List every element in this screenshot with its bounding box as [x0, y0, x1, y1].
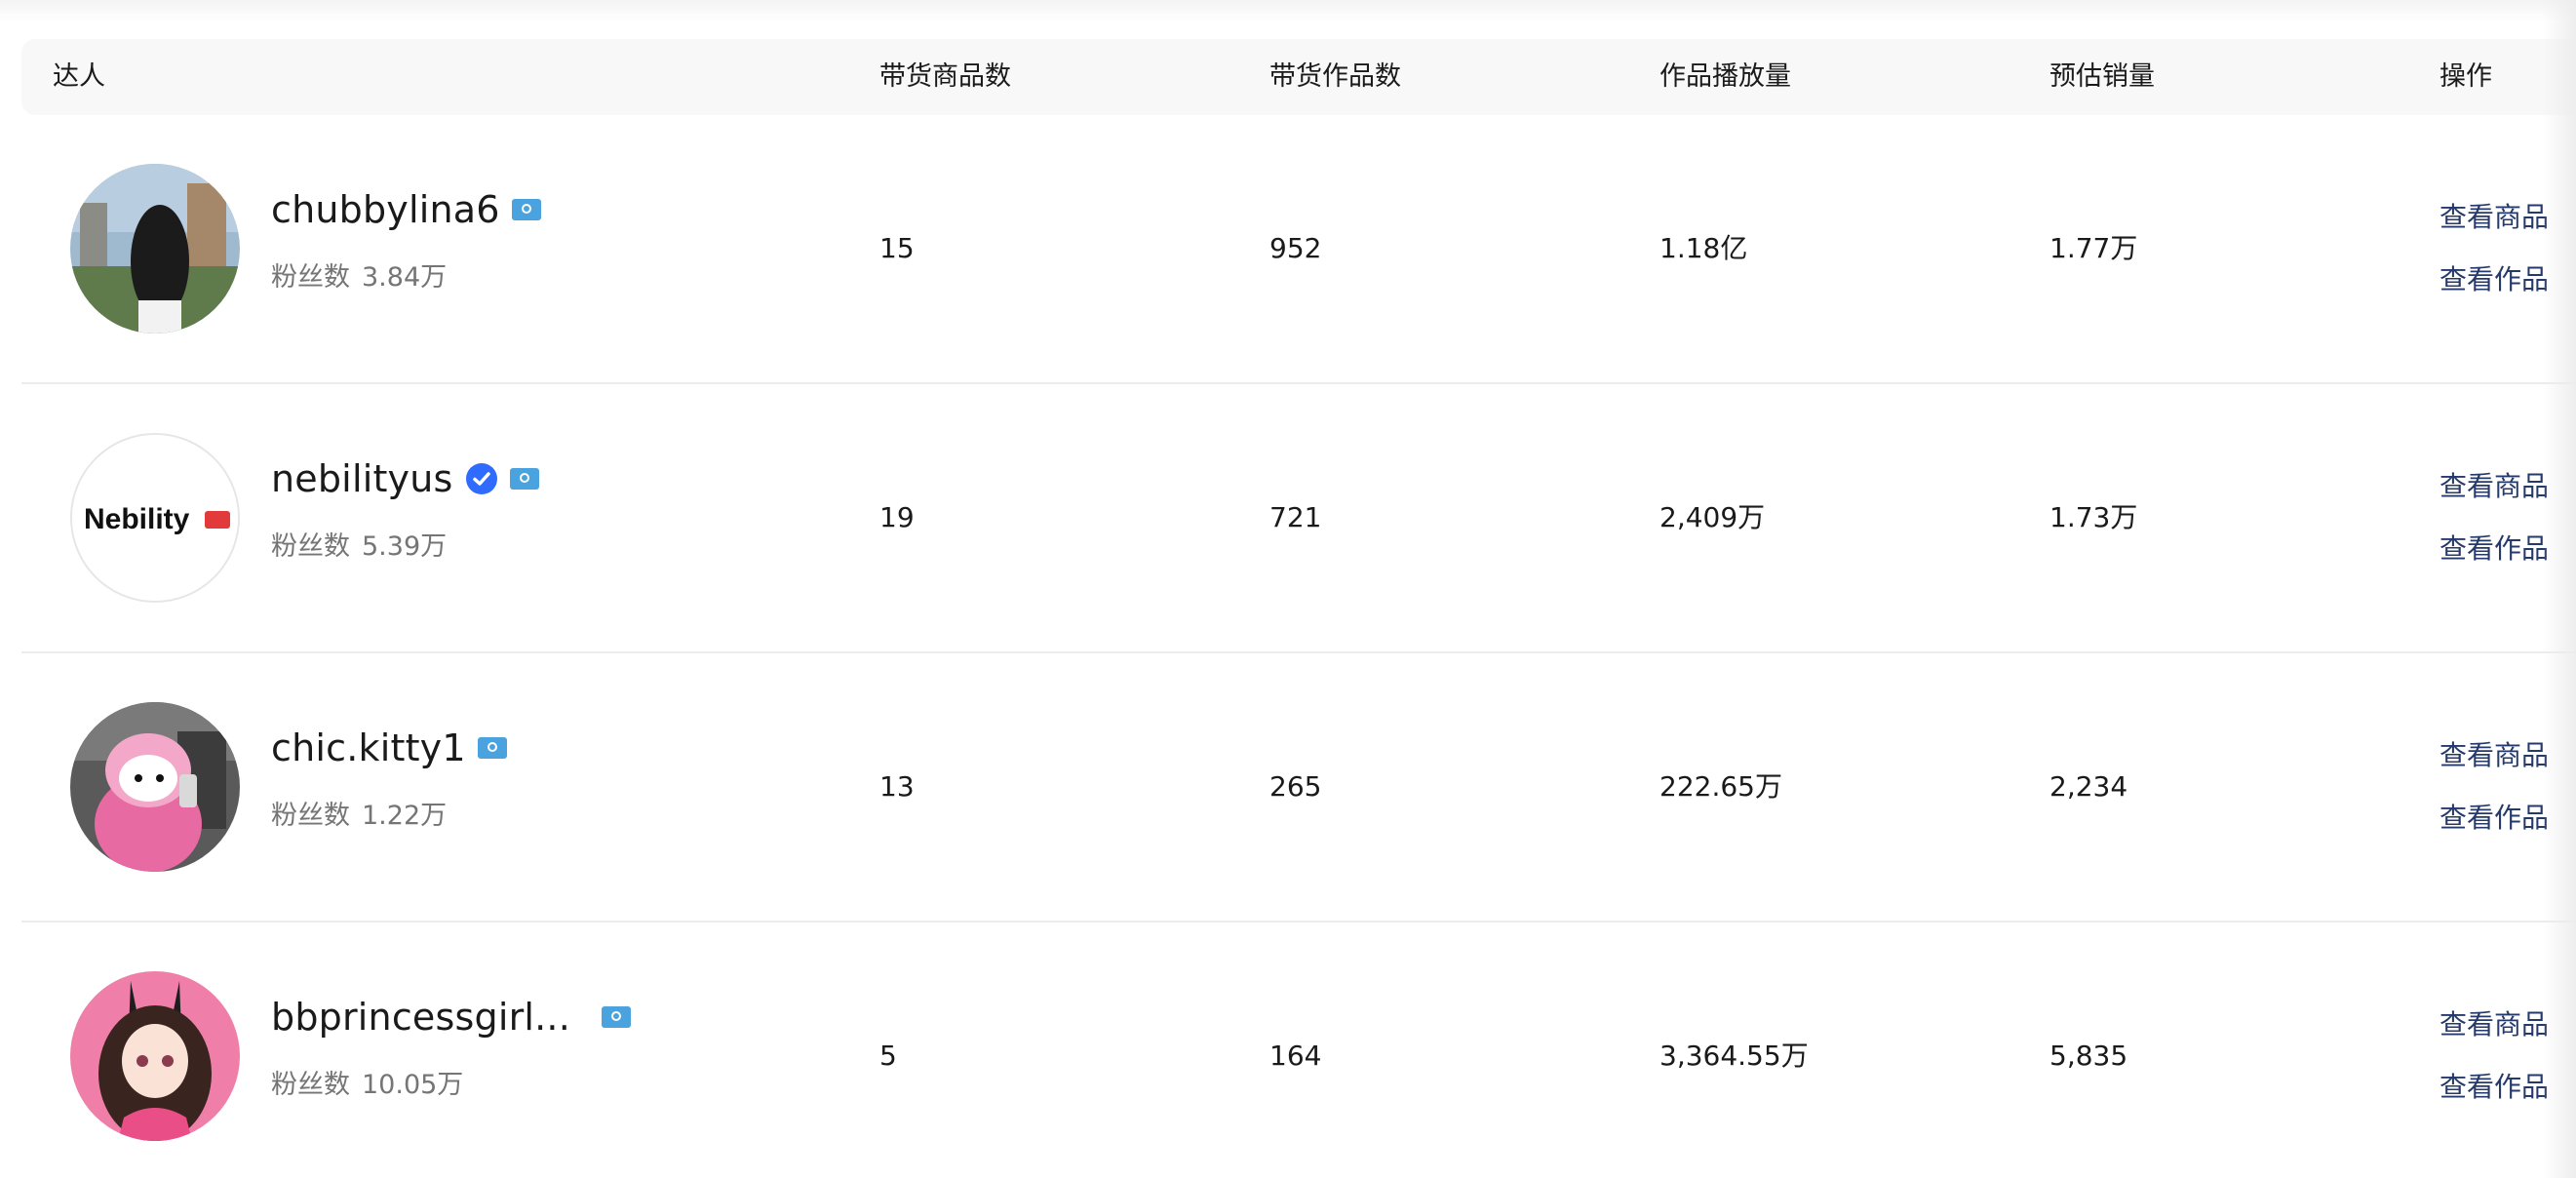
avatar-photo-woman-back-icon[interactable]	[70, 164, 240, 334]
avatar-logo-text: Nebility	[84, 503, 190, 535]
page: 达人 带货商品数 带货作品数 作品播放量 预估销量 操作 chubbylina6…	[0, 0, 2576, 1178]
video-plays: 3,364.55万	[1659, 1040, 1809, 1072]
talent-name-line: bbprincessgirl...	[271, 993, 631, 1041]
products-count: 15	[879, 232, 915, 264]
talent-name[interactable]: chic.kitty1	[271, 726, 466, 769]
fans-label: 粉丝数	[271, 531, 350, 562]
header-actions: 操作	[2439, 61, 2492, 92]
view-videos-link[interactable]: 查看作品	[2439, 1066, 2549, 1105]
table-row: chubbylina6 粉丝数 3.84万 15 952 1.18亿 1.77万 …	[21, 115, 2576, 384]
region-flag-icon	[509, 468, 539, 490]
fans-label: 粉丝数	[271, 262, 350, 293]
region-flag-icon	[477, 737, 507, 759]
videos-count: 265	[1269, 770, 1322, 803]
fans-count: 粉丝数 5.39万	[271, 525, 447, 563]
products-count: 13	[879, 770, 915, 803]
talent-name-line: chic.kitty1	[271, 724, 507, 772]
avatar-pink-kitty-icon[interactable]	[70, 702, 240, 872]
products-count: 19	[879, 501, 915, 533]
estimated-sales: 5,835	[2049, 1040, 2128, 1072]
talent-name-line: chubbylina6	[271, 185, 541, 234]
talent-name[interactable]: bbprincessgirl...	[271, 996, 570, 1039]
nebility-logo-icon[interactable]: Nebility	[70, 433, 240, 603]
avatar-anime-bunny-girl-icon[interactable]	[70, 971, 240, 1141]
fans-label: 粉丝数	[271, 1070, 350, 1100]
products-count: 5	[879, 1040, 897, 1072]
videos-count: 721	[1269, 501, 1322, 533]
region-flag-icon	[602, 1006, 631, 1028]
verified-badge-icon	[465, 463, 497, 494]
video-plays: 222.65万	[1659, 770, 1782, 803]
view-videos-link[interactable]: 查看作品	[2439, 258, 2549, 297]
header-estimated-sales: 预估销量	[2049, 61, 2155, 92]
talent-name-line: nebilityus	[271, 454, 539, 503]
header-videos-count: 带货作品数	[1269, 61, 1401, 92]
talent-table: 达人 带货商品数 带货作品数 作品播放量 预估销量 操作 chubbylina6…	[21, 39, 2576, 1178]
talent-name[interactable]: nebilityus	[271, 457, 453, 500]
videos-count: 164	[1269, 1040, 1322, 1072]
fans-label: 粉丝数	[271, 801, 350, 831]
view-products-link[interactable]: 查看商品	[2439, 196, 2549, 235]
table-row: chic.kitty1 粉丝数 1.22万 13 265 222.65万 2,23…	[21, 653, 2576, 923]
fans-count: 粉丝数 1.22万	[271, 794, 447, 832]
fans-value: 1.22万	[362, 801, 448, 831]
video-plays: 1.18亿	[1659, 232, 1748, 264]
table-row: bbprincessgirl... 粉丝数 10.05万 5 164 3,364.…	[21, 923, 2576, 1178]
region-flag-icon	[511, 199, 541, 220]
videos-count: 952	[1269, 232, 1322, 264]
view-products-link[interactable]: 查看商品	[2439, 734, 2549, 773]
video-plays: 2,409万	[1659, 501, 1766, 533]
view-products-link[interactable]: 查看商品	[2439, 465, 2549, 504]
top-strip	[0, 0, 2576, 21]
talent-name[interactable]: chubbylina6	[271, 188, 500, 231]
view-videos-link[interactable]: 查看作品	[2439, 528, 2549, 567]
fans-value: 5.39万	[362, 531, 448, 562]
fans-count: 粉丝数 10.05万	[271, 1063, 463, 1101]
estimated-sales: 1.77万	[2049, 232, 2138, 264]
fans-value: 3.84万	[362, 262, 448, 293]
view-videos-link[interactable]: 查看作品	[2439, 797, 2549, 836]
header-video-plays: 作品播放量	[1659, 61, 1791, 92]
estimated-sales: 1.73万	[2049, 501, 2138, 533]
view-products-link[interactable]: 查看商品	[2439, 1003, 2549, 1042]
header-products-count: 带货商品数	[879, 61, 1011, 92]
table-row: Nebility nebilityus 粉丝数 5.39万 19 721 2,40…	[21, 384, 2576, 653]
fans-value: 10.05万	[362, 1070, 464, 1100]
estimated-sales: 2,234	[2049, 770, 2128, 803]
header-talent: 达人	[53, 61, 105, 92]
fans-count: 粉丝数 3.84万	[271, 255, 447, 294]
table-header: 达人 带货商品数 带货作品数 作品播放量 预估销量 操作	[21, 39, 2576, 115]
